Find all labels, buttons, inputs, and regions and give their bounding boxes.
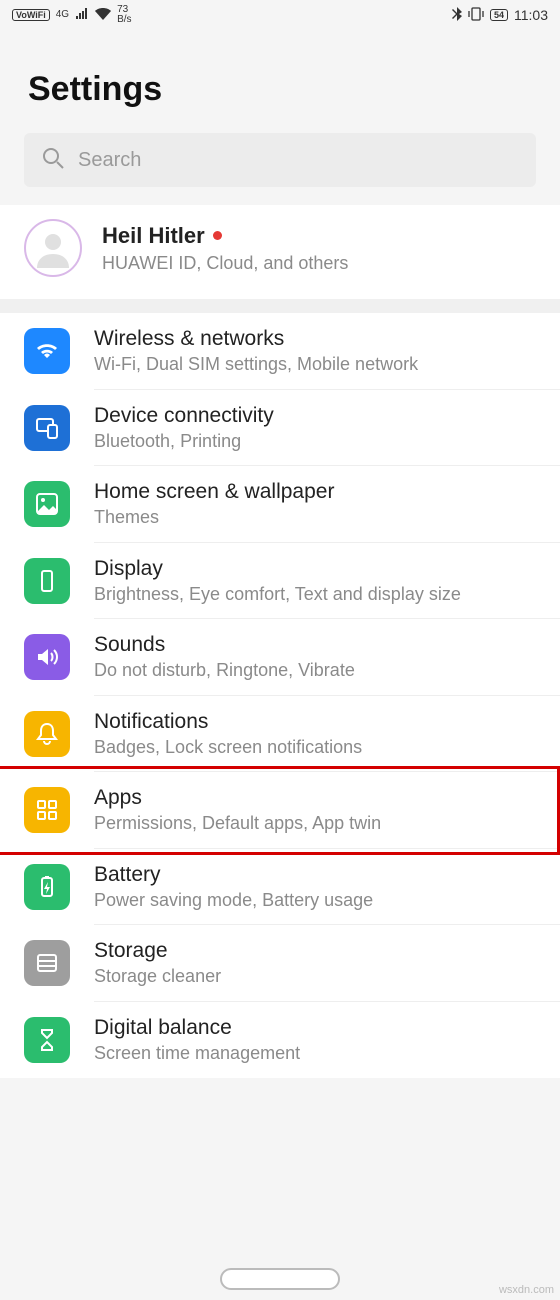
row-title: Storage <box>94 939 221 963</box>
settings-row-home[interactable]: Home screen & wallpaperThemes <box>0 466 560 543</box>
settings-row-notif[interactable]: NotificationsBadges, Lock screen notific… <box>0 696 560 773</box>
row-title: Device connectivity <box>94 404 274 428</box>
hourglass-icon <box>24 1017 70 1063</box>
section-gap <box>0 299 560 313</box>
settings-row-wireless[interactable]: Wireless & networksWi-Fi, Dual SIM setti… <box>0 313 560 390</box>
settings-row-battery[interactable]: BatteryPower saving mode, Battery usage <box>0 849 560 926</box>
wifi-icon <box>24 328 70 374</box>
network-gen: 4G <box>56 10 69 20</box>
account-row[interactable]: Heil Hitler HUAWEI ID, Cloud, and others <box>0 205 560 299</box>
row-subtitle: Storage cleaner <box>94 965 221 988</box>
search-bar[interactable] <box>24 133 536 187</box>
vibrate-icon <box>468 7 484 24</box>
account-subtitle: HUAWEI ID, Cloud, and others <box>102 253 348 274</box>
settings-row-display[interactable]: DisplayBrightness, Eye comfort, Text and… <box>0 543 560 620</box>
row-subtitle: Screen time management <box>94 1042 300 1065</box>
row-title: Wireless & networks <box>94 327 418 351</box>
search-icon <box>42 147 64 174</box>
settings-row-device[interactable]: Device connectivityBluetooth, Printing <box>0 390 560 467</box>
grid-icon <box>24 787 70 833</box>
storage-icon <box>24 940 70 986</box>
row-title: Notifications <box>94 710 362 734</box>
row-title: Battery <box>94 863 373 887</box>
vowifi-badge: VoWiFi <box>12 9 50 21</box>
row-subtitle: Bluetooth, Printing <box>94 430 274 453</box>
notification-dot-icon <box>213 231 222 240</box>
settings-list: Wireless & networksWi-Fi, Dual SIM setti… <box>0 313 560 1078</box>
battery-badge: 54 <box>490 9 508 21</box>
row-subtitle: Wi-Fi, Dual SIM settings, Mobile network <box>94 353 418 376</box>
row-subtitle: Power saving mode, Battery usage <box>94 889 373 912</box>
avatar <box>24 219 82 277</box>
settings-row-sounds[interactable]: SoundsDo not disturb, Ringtone, Vibrate <box>0 619 560 696</box>
battery-icon <box>24 864 70 910</box>
home-indicator[interactable] <box>220 1268 340 1290</box>
settings-row-storage[interactable]: StorageStorage cleaner <box>0 925 560 1002</box>
row-subtitle: Permissions, Default apps, App twin <box>94 812 381 835</box>
account-name: Heil Hitler <box>102 223 205 249</box>
page-title: Settings <box>28 70 532 109</box>
settings-row-digital[interactable]: Digital balanceScreen time management <box>0 1002 560 1079</box>
row-subtitle: Do not disturb, Ringtone, Vibrate <box>94 659 355 682</box>
search-input[interactable] <box>78 149 518 172</box>
speed-unit: B/s <box>117 15 131 25</box>
bell-icon <box>24 711 70 757</box>
clock: 11:03 <box>514 7 548 23</box>
row-subtitle: Brightness, Eye comfort, Text and displa… <box>94 583 461 606</box>
settings-row-apps[interactable]: AppsPermissions, Default apps, App twin <box>0 772 560 849</box>
row-title: Display <box>94 557 461 581</box>
wifi-status-icon <box>95 7 111 23</box>
devices-icon <box>24 405 70 451</box>
row-subtitle: Themes <box>94 506 334 529</box>
row-title: Digital balance <box>94 1016 300 1040</box>
row-subtitle: Badges, Lock screen notifications <box>94 736 362 759</box>
status-bar: VoWiFi 4G 73 B/s 54 11:03 <box>0 0 560 30</box>
watermark: wsxdn.com <box>499 1284 554 1296</box>
row-title: Apps <box>94 786 381 810</box>
signal-icon <box>75 7 89 23</box>
row-title: Sounds <box>94 633 355 657</box>
bluetooth-icon <box>452 7 462 24</box>
sound-icon <box>24 634 70 680</box>
phone-icon <box>24 558 70 604</box>
picture-icon <box>24 481 70 527</box>
row-title: Home screen & wallpaper <box>94 480 334 504</box>
page-header: Settings <box>0 30 560 133</box>
